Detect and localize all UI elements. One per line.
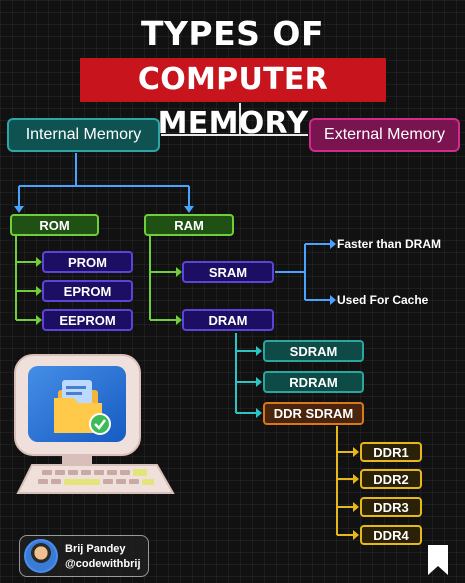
eprom-node: EPROM bbox=[42, 280, 133, 302]
sdram-node: SDRAM bbox=[263, 340, 364, 362]
external-memory-node: External Memory bbox=[309, 118, 460, 152]
author-handle: @codewithbrij bbox=[65, 558, 141, 570]
internal-memory-node: Internal Memory bbox=[7, 118, 160, 152]
rom-node: ROM bbox=[10, 214, 99, 236]
sram-note-cache: Used For Cache bbox=[337, 293, 429, 307]
computer-folder-illustration bbox=[14, 354, 175, 494]
ddr3-node: DDR3 bbox=[360, 497, 422, 517]
ddr4-node: DDR4 bbox=[360, 525, 422, 545]
ram-node: RAM bbox=[144, 214, 234, 236]
ddr-sdram-node: DDR SDRAM bbox=[263, 402, 364, 425]
ddr2-node: DDR2 bbox=[360, 469, 422, 489]
sram-node: SRAM bbox=[182, 261, 274, 283]
author-name: Brij Pandey bbox=[65, 543, 126, 555]
dram-node: DRAM bbox=[182, 309, 274, 331]
ddr1-node: DDR1 bbox=[360, 442, 422, 462]
bookmark-icon[interactable] bbox=[428, 545, 448, 575]
title-banner: COMPUTER MEMORY bbox=[80, 58, 386, 141]
author-avatar bbox=[24, 539, 58, 573]
title-line-1: TYPES OF bbox=[141, 14, 324, 53]
prom-node: PROM bbox=[42, 251, 133, 273]
sram-note-faster: Faster than DRAM bbox=[337, 237, 442, 251]
rdram-node: RDRAM bbox=[263, 371, 364, 393]
eeprom-node: EEPROM bbox=[42, 309, 133, 331]
